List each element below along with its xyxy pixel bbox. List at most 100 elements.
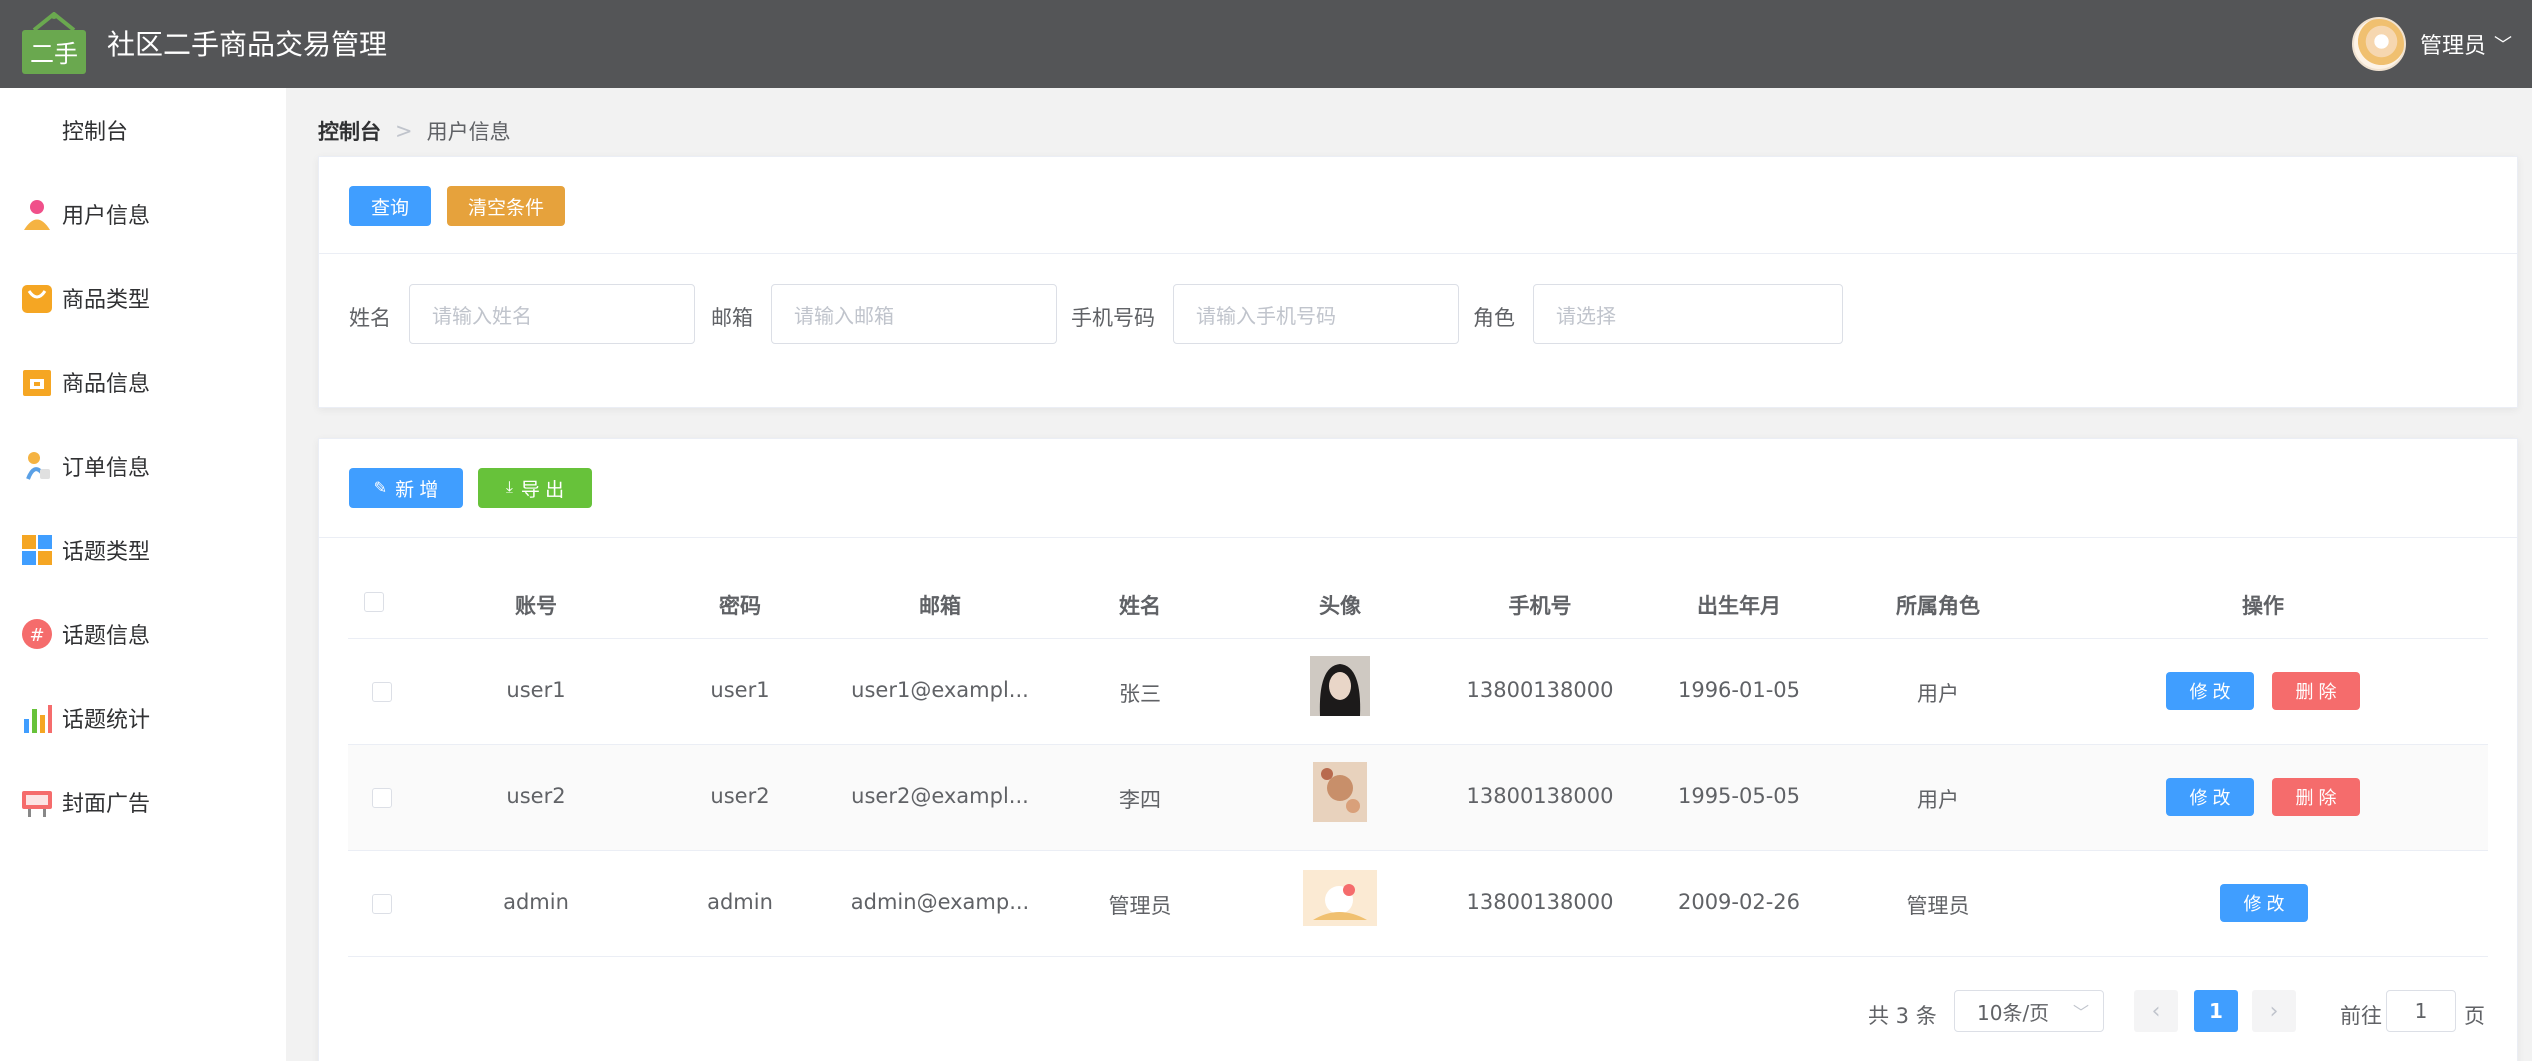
add-button[interactable]: ✎ 新 增 (349, 468, 463, 508)
name-cell: 李四 (1119, 788, 1161, 812)
name-cell: 张三 (1119, 682, 1161, 706)
birth-cell: 2009-02-26 (1677, 890, 1801, 914)
breadcrumb-current: 用户信息 (426, 120, 511, 144)
account-cell: user2 (506, 784, 566, 808)
shopping-bag-icon (22, 285, 52, 313)
sidebar-item-users[interactable]: 用户信息 (0, 172, 286, 256)
column-header: 出生年月 (1697, 594, 1781, 618)
shop-icon (23, 370, 51, 396)
bar-chart-icon (24, 705, 52, 733)
sidebar-item-label: 订单信息 (62, 456, 151, 481)
name-cell: 管理员 (1108, 894, 1172, 918)
phone-cell: 13800138000 (1466, 890, 1614, 914)
chevron-down-icon[interactable]: ﹀ (2494, 31, 2512, 57)
edit-icon: ✎ (373, 480, 388, 497)
email-cell: user2@exampl... (851, 784, 1029, 808)
chevron-left-icon: ‹ (2151, 998, 2161, 1024)
page-suffix: 页 (2464, 1004, 2485, 1028)
prev-page-button[interactable]: ‹ (2134, 990, 2178, 1032)
name-input[interactable]: 请输入姓名 (409, 284, 695, 344)
edit-button[interactable]: 修 改 (2220, 884, 2308, 922)
download-icon: ⤓ (505, 479, 513, 496)
phone-cell: 13800138000 (1466, 784, 1614, 808)
email-label: 邮箱 (711, 306, 753, 330)
email-cell: admin@examp... (850, 890, 1030, 914)
password-cell: user2 (710, 784, 770, 808)
pagination-total: 共 3 条 (1868, 1004, 1937, 1028)
clear-conditions-button[interactable]: 清空条件 (447, 186, 565, 226)
sidebar-item-dashboard[interactable]: 控制台 (0, 88, 286, 172)
role-cell: 管理员 (1906, 894, 1970, 918)
search-card (318, 156, 2518, 408)
row-checkbox[interactable] (372, 682, 392, 702)
sidebar-item-topic-type[interactable]: 话题类型 (0, 508, 286, 592)
column-header: 姓名 (1119, 594, 1161, 618)
email-input[interactable]: 请输入邮箱 (771, 284, 1057, 344)
phone-label: 手机号码 (1071, 306, 1155, 330)
page-number-button[interactable]: 1 (2194, 990, 2238, 1032)
phone-input[interactable]: 请输入手机号码 (1173, 284, 1459, 344)
sidebar-item-label: 商品信息 (62, 372, 151, 397)
row-checkbox[interactable] (372, 788, 392, 808)
page-size-select[interactable]: 10条/页 ﹀ (1954, 990, 2104, 1032)
avatar[interactable] (2351, 17, 2406, 71)
edit-button[interactable]: 修 改 (2166, 672, 2254, 710)
row-checkbox[interactable] (372, 894, 392, 914)
goto-label: 前往 (2340, 1004, 2382, 1028)
breadcrumb: 控制台 > 用户信息 (318, 116, 511, 146)
sidebar-item-goods[interactable]: 商品信息 (0, 340, 286, 424)
delete-button[interactable]: 删 除 (2272, 778, 2360, 816)
sidebar-item-topic-stats[interactable]: 话题统计 (0, 676, 286, 760)
select-all-checkbox[interactable] (364, 592, 384, 612)
order-icon (26, 452, 50, 480)
account-cell: admin (503, 890, 569, 914)
name-label: 姓名 (349, 306, 391, 330)
avatar-thumbnail (1310, 656, 1370, 716)
logo-icon: 二手 (22, 12, 86, 74)
avatar-thumbnail (1313, 762, 1367, 822)
birth-cell: 1996-01-05 (1677, 678, 1801, 702)
sidebar: 控制台 用户信息 商品类型 商品信息 订单信息 话题类型 # 话题信息 话题统计… (0, 88, 286, 1061)
avatar-thumbnail (1303, 870, 1377, 926)
export-button-label: 导 出 (520, 479, 565, 501)
grid-icon (22, 535, 52, 565)
query-button[interactable]: 查询 (349, 186, 431, 226)
export-button[interactable]: ⤓ 导 出 (478, 468, 592, 508)
top-header: 二手 社区二手商品交易管理 管理员 ﹀ (0, 0, 2532, 88)
add-button-label: 新 增 (395, 479, 439, 501)
sidebar-item-goods-type[interactable]: 商品类型 (0, 256, 286, 340)
next-page-button[interactable]: › (2252, 990, 2296, 1032)
column-header: 操作 (2242, 594, 2284, 618)
sidebar-item-label: 话题类型 (62, 540, 151, 565)
column-header: 账号 (515, 594, 557, 618)
sidebar-item-label: 封面广告 (62, 792, 151, 817)
sidebar-item-orders[interactable]: 订单信息 (0, 424, 286, 508)
phone-cell: 13800138000 (1466, 678, 1614, 702)
sidebar-item-label: 用户信息 (62, 204, 151, 229)
birth-cell: 1995-05-05 (1677, 784, 1801, 808)
sidebar-item-cover-ads[interactable]: 封面广告 (0, 760, 286, 844)
account-cell: user1 (506, 678, 566, 702)
column-header: 手机号 (1508, 594, 1572, 618)
column-header: 密码 (719, 594, 761, 618)
sidebar-item-label: 商品类型 (62, 288, 151, 313)
role-cell: 用户 (1917, 682, 1959, 706)
edit-button[interactable]: 修 改 (2166, 778, 2254, 816)
delete-button[interactable]: 删 除 (2272, 672, 2360, 710)
sidebar-item-topic-info[interactable]: # 话题信息 (0, 592, 286, 676)
password-cell: user1 (710, 678, 770, 702)
chevron-down-icon: ﹀ (2072, 1003, 2089, 1022)
role-select[interactable]: 请选择 (1533, 284, 1843, 344)
goto-page-input[interactable]: 1 (2386, 990, 2456, 1032)
user-name[interactable]: 管理员 (2420, 28, 2486, 60)
divider (319, 253, 2517, 254)
user-menu[interactable]: 管理员 ﹀ (2351, 16, 2512, 72)
breadcrumb-root[interactable]: 控制台 (318, 116, 381, 146)
sidebar-item-label: 控制台 (62, 120, 129, 145)
user-icon (24, 200, 50, 230)
logo-text: 二手 (30, 40, 78, 68)
breadcrumb-separator-icon: > (395, 119, 413, 143)
email-cell: user1@exampl... (851, 678, 1029, 702)
column-header: 头像 (1319, 594, 1361, 618)
hashtag-icon: # (22, 619, 52, 649)
